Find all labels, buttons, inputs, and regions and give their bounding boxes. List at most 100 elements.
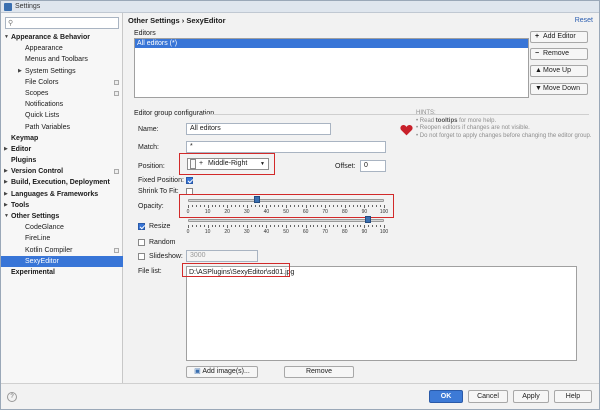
editors-list-item[interactable]: All editors (*) bbox=[135, 39, 528, 48]
remove-images-button[interactable]: Remove bbox=[284, 366, 354, 378]
collapse-arrow-icon[interactable]: ▶ bbox=[4, 177, 8, 188]
sidebar-item[interactable]: Menus and Toolbars bbox=[1, 54, 123, 65]
sidebar-item[interactable]: ▶ Tools bbox=[1, 200, 123, 211]
resize-label: Resize bbox=[149, 223, 171, 230]
expand-arrow-icon[interactable]: ▼ bbox=[4, 32, 9, 43]
sidebar-item[interactable]: Experimental bbox=[1, 267, 123, 278]
sidebar-item-label: Scopes bbox=[25, 89, 49, 97]
help-button[interactable]: Help bbox=[554, 390, 592, 403]
sidebar-item[interactable]: Plugins bbox=[1, 155, 123, 166]
move-down-button[interactable]: ▼Move Down bbox=[530, 83, 588, 95]
app-icon bbox=[4, 3, 12, 11]
sidebar-item-label: Experimental bbox=[11, 268, 55, 276]
opacity-slider-track[interactable] bbox=[188, 199, 384, 202]
remove-editor-button[interactable]: − Remove bbox=[530, 48, 588, 60]
slideshow-interval-field[interactable]: 3000 bbox=[186, 250, 258, 262]
slider-tick bbox=[242, 225, 244, 227]
slider-tick-label: 70 bbox=[322, 209, 328, 215]
sidebar-item[interactable]: ▼ Other Settings bbox=[1, 211, 123, 222]
slider-tick bbox=[301, 205, 303, 207]
slideshow-label: Slideshow: bbox=[149, 253, 183, 260]
dialog-footer: ? OK Cancel Apply Help bbox=[1, 383, 599, 409]
collapse-arrow-icon[interactable]: ▶ bbox=[4, 144, 8, 155]
editors-list[interactable]: All editors (*) bbox=[134, 38, 529, 98]
slider-tick bbox=[188, 205, 189, 208]
sidebar-item-label: Plugins bbox=[11, 157, 37, 165]
ok-button[interactable]: OK bbox=[429, 390, 463, 403]
sidebar-item[interactable]: Notifications bbox=[1, 99, 123, 110]
slider-tick bbox=[376, 205, 378, 207]
arrow-up-icon: ▲ bbox=[535, 67, 542, 74]
resize-slider-track[interactable] bbox=[188, 219, 384, 222]
help-icon[interactable]: ? bbox=[7, 392, 17, 402]
sidebar-item[interactable]: SexyEditor bbox=[1, 255, 123, 267]
sidebar-item-label: FireLine bbox=[25, 235, 51, 243]
expand-arrow-icon[interactable]: ▼ bbox=[4, 211, 9, 222]
editors-label: Editors bbox=[134, 30, 156, 37]
hint-reopen: • Reopen editors if changes are not visi… bbox=[416, 125, 530, 131]
slider-tick bbox=[356, 225, 358, 227]
slider-tick bbox=[258, 205, 260, 207]
sidebar-item[interactable]: Path Variables bbox=[1, 122, 123, 133]
sidebar-item-label: Tools bbox=[11, 201, 30, 209]
slideshow-checkbox[interactable] bbox=[138, 253, 145, 260]
sidebar-item[interactable]: ▶ Version Control bbox=[1, 166, 123, 177]
sidebar-item[interactable]: Keymap bbox=[1, 133, 123, 144]
slider-tick bbox=[227, 205, 229, 208]
resize-slider-thumb[interactable] bbox=[365, 216, 372, 223]
slider-tick bbox=[380, 225, 382, 227]
slider-tick bbox=[368, 225, 370, 227]
sidebar-item[interactable]: Appearance bbox=[1, 43, 123, 54]
opacity-slider[interactable]: 0 10 20 30 40 50 60 70 80 90 100 bbox=[186, 196, 388, 217]
slider-tick bbox=[215, 205, 217, 207]
slider-tick bbox=[380, 205, 382, 207]
slider-tick bbox=[384, 205, 385, 208]
cancel-button[interactable]: Cancel bbox=[468, 390, 508, 403]
random-checkbox[interactable] bbox=[138, 239, 145, 246]
settings-search-input[interactable]: ⚲ bbox=[5, 17, 119, 29]
sidebar-item[interactable]: Kotlin Compiler bbox=[1, 245, 123, 256]
slider-tick bbox=[219, 225, 221, 227]
position-dropdown[interactable]: + Middle-Right ▼ bbox=[187, 158, 269, 170]
slider-tick bbox=[329, 205, 331, 207]
collapse-arrow-icon[interactable]: ▶ bbox=[4, 189, 8, 200]
file-list[interactable]: D:\ASPlugins\SexyEditor\sd01.jpg bbox=[186, 266, 577, 361]
sidebar-item[interactable]: ▶ Build, Execution, Deployment bbox=[1, 177, 123, 188]
name-field[interactable]: All editors bbox=[186, 123, 331, 135]
reset-link[interactable]: Reset bbox=[575, 17, 593, 24]
sidebar-item-label: Keymap bbox=[11, 134, 39, 142]
add-editor-button[interactable]: + Add Editor bbox=[530, 31, 588, 43]
add-images-button[interactable]: ▣ Add image(s)... bbox=[186, 366, 258, 378]
collapse-arrow-icon[interactable]: ▶ bbox=[18, 66, 22, 77]
resize-checkbox[interactable] bbox=[138, 223, 145, 230]
slider-tick-label: 0 bbox=[186, 229, 190, 235]
move-up-button[interactable]: ▲Move Up bbox=[530, 65, 588, 77]
slider-tick bbox=[286, 225, 287, 228]
sidebar-item-label: Languages & Frameworks bbox=[11, 190, 99, 198]
match-field[interactable]: * bbox=[186, 141, 386, 153]
slider-tick bbox=[254, 225, 256, 227]
slider-tick bbox=[270, 225, 272, 227]
apply-button[interactable]: Apply bbox=[513, 390, 549, 403]
collapse-arrow-icon[interactable]: ▶ bbox=[4, 200, 8, 211]
slider-tick bbox=[238, 225, 240, 227]
opacity-slider-thumb[interactable] bbox=[253, 196, 260, 203]
sidebar-item[interactable]: Scopes bbox=[1, 88, 123, 99]
sidebar-item[interactable]: ▶ Editor bbox=[1, 144, 123, 155]
offset-field[interactable]: 0 bbox=[360, 160, 386, 172]
collapse-arrow-icon[interactable]: ▶ bbox=[4, 166, 8, 177]
slider-tick bbox=[325, 205, 327, 208]
fixed-position-checkbox[interactable] bbox=[186, 177, 193, 184]
slider-tick bbox=[203, 205, 205, 207]
sidebar-item[interactable]: Quick Lists bbox=[1, 110, 123, 121]
sidebar-item[interactable]: ▶ Languages & Frameworks bbox=[1, 189, 123, 200]
slider-tick bbox=[372, 205, 374, 207]
resize-slider[interactable]: 0 10 20 30 40 50 60 70 80 90 100 bbox=[186, 216, 388, 237]
slider-tick bbox=[199, 205, 201, 207]
sidebar-item[interactable]: File Colors bbox=[1, 77, 123, 88]
slider-tick bbox=[235, 205, 237, 207]
sidebar-item[interactable]: FireLine bbox=[1, 233, 123, 244]
sidebar-item[interactable]: CodeGlance bbox=[1, 222, 123, 233]
sidebar-item[interactable]: ▶ System Settings bbox=[1, 66, 123, 77]
sidebar-item[interactable]: ▼ Appearance & Behavior bbox=[1, 32, 123, 43]
